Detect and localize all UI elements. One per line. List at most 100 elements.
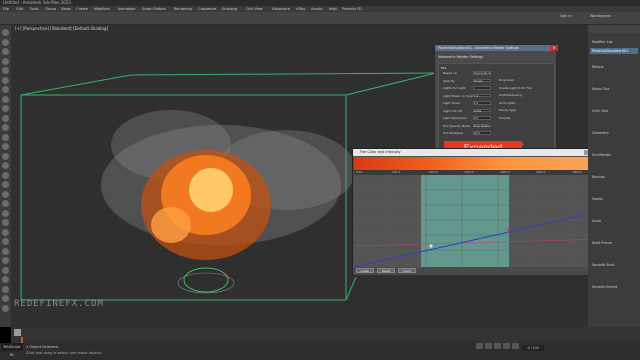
selection-highlight <box>421 175 509 267</box>
tool-icon[interactable] <box>2 304 9 312</box>
curve-key-2[interactable] <box>506 227 510 231</box>
close-button[interactable]: × <box>550 45 558 51</box>
tool-icon[interactable] <box>2 86 9 93</box>
render-row-label: Light Power <box>443 101 461 105</box>
command-panel-label[interactable]: Voxels <box>592 197 603 201</box>
render-row-label: Fire Multiplier <box>443 131 464 135</box>
tool-icon[interactable] <box>2 29 9 36</box>
command-panel-tabs[interactable] <box>588 25 640 33</box>
render-row-label: Lights for Light <box>443 86 466 90</box>
command-panel-label[interactable]: Geometry <box>592 131 609 135</box>
tool-icon[interactable] <box>2 133 9 141</box>
render-row-field[interactable]: Fully Visible <box>473 123 491 128</box>
graph-footer-button[interactable]: Invert <box>398 268 416 273</box>
play-button[interactable] <box>494 343 501 349</box>
render-row-field[interactable]: Temperature <box>473 71 491 75</box>
render-option[interactable]: Grid Lights <box>499 101 515 105</box>
frame-counter[interactable]: 0 / 100 <box>522 345 545 351</box>
modifier-list-label[interactable]: Modifier List <box>592 40 613 44</box>
command-panel-label[interactable]: Grid: Size <box>592 109 608 113</box>
fire-group: Fire Based on Temperature Opacity Simple Lig… <box>438 63 555 153</box>
command-panel-label[interactable]: Bounds <box>592 175 605 179</box>
goto-end-button[interactable] <box>512 343 519 349</box>
tool-icon[interactable] <box>2 295 9 302</box>
time-slider-track[interactable] <box>11 327 640 343</box>
command-panel-label[interactable]: Scale <box>592 219 601 223</box>
render-option[interactable]: Create Light from Fire <box>499 86 532 90</box>
tool-icon[interactable] <box>2 285 9 293</box>
command-panel: Modifier List PhoenixSimulator001 Rollou… <box>588 25 640 327</box>
tool-icon[interactable] <box>2 114 9 122</box>
tool-icon[interactable] <box>2 190 9 198</box>
volumetric-render-settings-window[interactable]: PhoenixSimulator001 - Volumetric Render … <box>434 44 558 155</box>
render-row-field[interactable]: 0.5 <box>473 116 491 120</box>
playback-controls: 0 / 100 <box>476 343 586 351</box>
tool-icon[interactable] <box>2 38 9 46</box>
tool-icon[interactable] <box>2 209 9 217</box>
tool-icon[interactable] <box>2 200 9 207</box>
render-row-label: Based on <box>443 71 457 75</box>
render-row-label: Light Cut-off <box>443 108 462 113</box>
render-option[interactable]: Dropdown <box>499 78 514 82</box>
tool-icon[interactable] <box>2 48 9 55</box>
tool-icon[interactable] <box>2 67 9 74</box>
next-frame-button[interactable] <box>503 343 510 349</box>
tool-icon[interactable] <box>2 76 9 84</box>
prompt-status: Click and drag to select and move object… <box>26 351 102 355</box>
watermark: REDEFINEFX.COM <box>14 299 104 309</box>
render-window-titlebar[interactable]: PhoenixSimulator001 - Volumetric Render … <box>435 45 558 51</box>
tool-icon[interactable] <box>2 171 9 179</box>
emitter-gizmo[interactable] <box>183 267 229 293</box>
graph-footer-button[interactable]: Linear <box>356 268 374 273</box>
tool-icon[interactable] <box>2 143 9 150</box>
tool-icon[interactable] <box>2 228 9 236</box>
tool-icon[interactable] <box>2 105 9 112</box>
main-toolbar: Sign in Workspaces: <box>0 12 640 25</box>
group-title: Fire <box>441 66 447 70</box>
tool-icon[interactable] <box>2 266 9 274</box>
fire-window-titlebar[interactable]: Fire Color and Intensity <box>353 149 607 156</box>
render-tab-label[interactable]: Volumetric Render Settings <box>438 55 483 59</box>
command-panel-label[interactable]: Smooth Start <box>592 263 614 267</box>
tool-icon[interactable] <box>2 219 9 226</box>
render-row-label: Light Power on Scene <box>443 93 476 98</box>
render-row-field[interactable] <box>473 86 491 90</box>
render-option[interactable]: Self-Shadowing <box>499 93 522 97</box>
tool-icon[interactable] <box>2 181 9 188</box>
tool-icon[interactable] <box>2 95 9 103</box>
curve-key-1[interactable] <box>429 244 433 248</box>
fire-color-intensity-window[interactable]: Fire Color and Intensity 0.00 500.0 1000.0… <box>352 148 618 275</box>
command-panel-label[interactable]: Rollout <box>592 65 604 69</box>
sign-in-link[interactable]: Sign in <box>560 14 572 18</box>
tool-icon[interactable] <box>2 247 9 255</box>
tool-icon[interactable] <box>2 276 9 283</box>
render-row-field[interactable]: Simple <box>473 78 491 83</box>
render-row-field[interactable]: 0.001 <box>473 108 491 113</box>
graph-footer-button[interactable]: Reset <box>377 268 395 273</box>
tool-icon[interactable] <box>2 257 9 264</box>
goto-start-button[interactable] <box>476 343 483 349</box>
command-panel-label[interactable]: Show Grid <box>592 87 609 91</box>
render-row-field[interactable]: 10.0 <box>473 131 491 135</box>
render-window-title: PhoenixSimulator001 - Volumetric Render … <box>438 46 519 50</box>
tool-icon[interactable] <box>2 162 9 169</box>
maxscript-listener[interactable]: MAXScript Mi. <box>1 343 23 357</box>
render-option[interactable]: Sample <box>499 116 510 120</box>
graph-footer: Linear Reset Invert <box>354 267 606 275</box>
tool-icon[interactable] <box>2 152 9 160</box>
left-toolbar <box>0 25 11 327</box>
command-panel-label[interactable]: Smooth Extent <box>592 285 617 289</box>
time-slider-handle[interactable] <box>14 329 21 336</box>
render-option[interactable]: Decay Type <box>499 108 516 112</box>
command-panel-label[interactable]: Sim/Render <box>592 153 612 157</box>
prev-frame-button[interactable] <box>485 343 492 349</box>
command-panel-label[interactable]: Start Frame <box>592 241 612 245</box>
intensity-curve-graph[interactable] <box>353 175 607 268</box>
tool-icon[interactable] <box>2 124 9 131</box>
tool-icon[interactable] <box>2 57 9 65</box>
tool-icon[interactable] <box>2 238 9 245</box>
color-ramp[interactable] <box>354 157 606 170</box>
render-row-field[interactable]: 1.0 <box>473 101 491 105</box>
render-row-field[interactable]: 1.0 <box>473 93 491 98</box>
selected-modifier[interactable]: PhoenixSimulator001 <box>590 48 638 54</box>
